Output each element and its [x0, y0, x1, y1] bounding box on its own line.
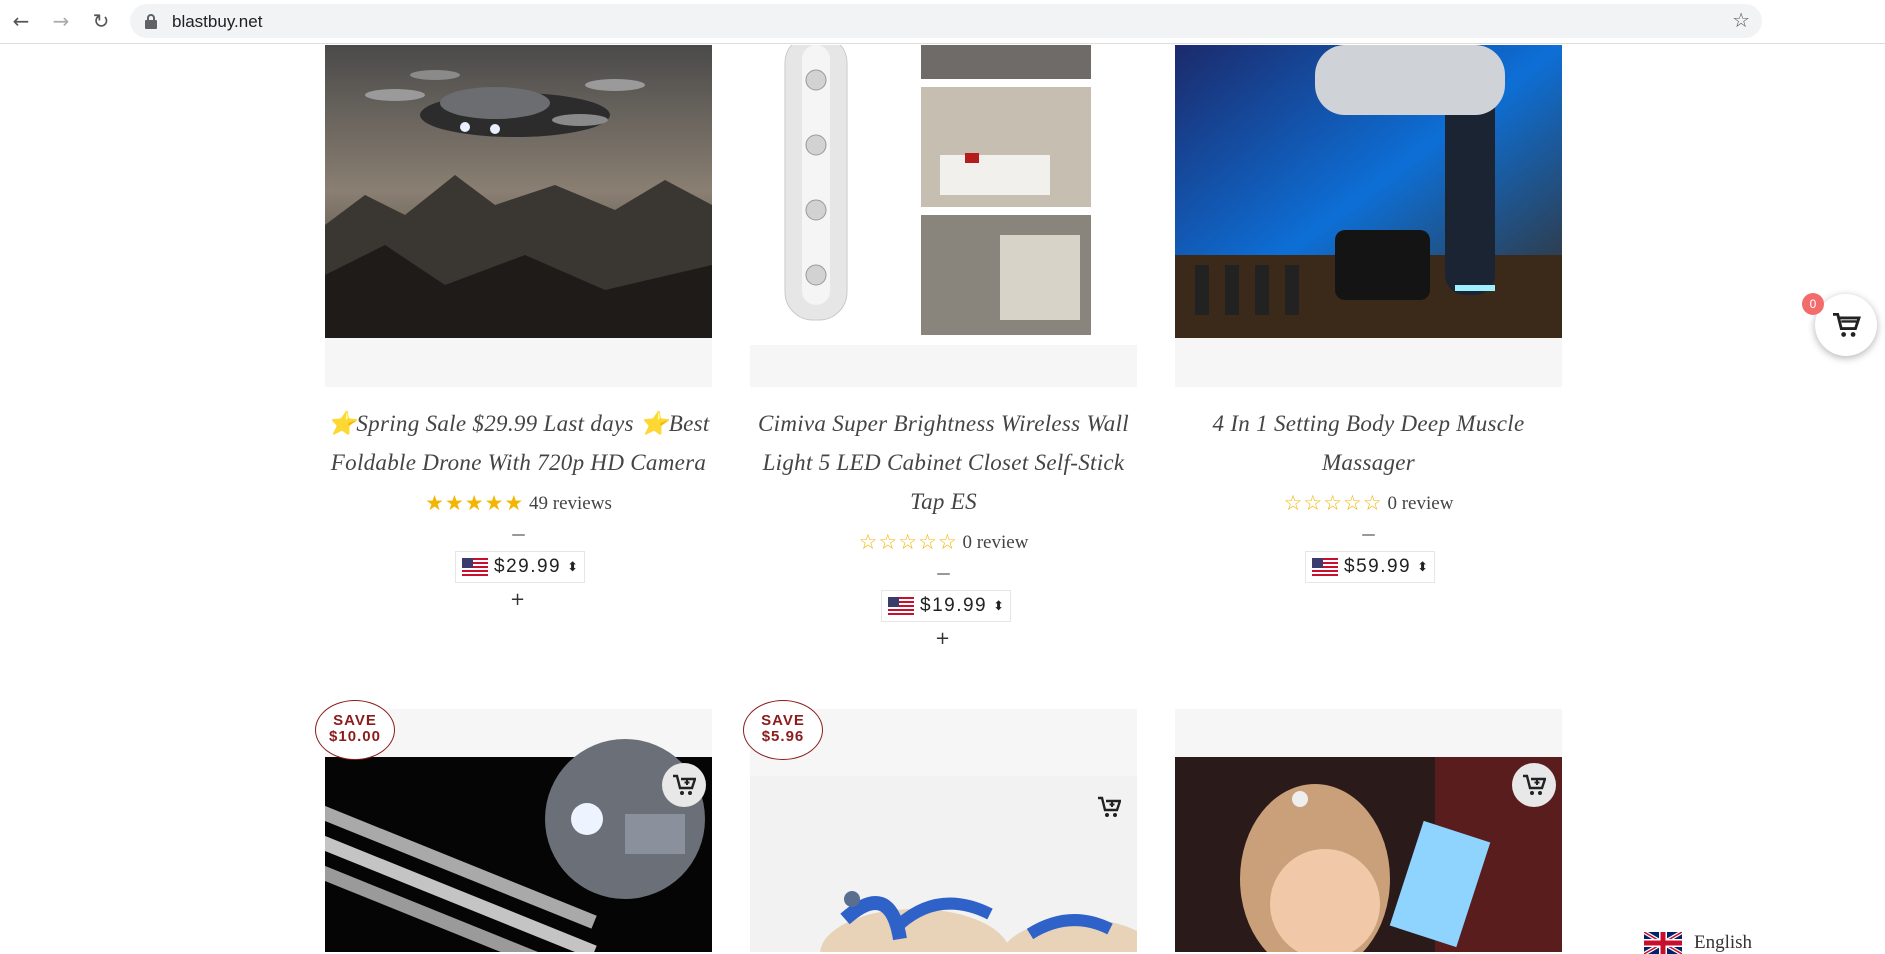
product-rating: ★★★★★ 49 reviews [325, 491, 712, 515]
url-text: blastbuy.net [172, 12, 263, 31]
reload-icon[interactable]: ↻ [88, 8, 114, 34]
browser-toolbar: ← → ↻ blastbuy.net ☆ [0, 0, 1885, 44]
sort-arrows-icon: ⬍ [993, 598, 1005, 614]
review-count: 0 review [1387, 493, 1454, 514]
product-image-drone[interactable] [325, 45, 712, 387]
product-rating: ☆☆☆☆☆ 0 review [1175, 491, 1562, 515]
separator-dash: — [511, 527, 526, 543]
cart-count-badge: 0 [1802, 293, 1824, 315]
rating-stars-icon: ☆☆☆☆☆ [1283, 491, 1383, 515]
us-flag-icon [888, 597, 914, 615]
cart-icon [1833, 312, 1861, 337]
product-title[interactable]: Cimiva Super Brightness Wireless Wall Li… [750, 404, 1137, 521]
price-currency-selector[interactable]: $ 19.99 ⬍ [881, 590, 1012, 622]
us-flag-icon [1312, 558, 1338, 576]
price-currency-selector[interactable]: $ 29.99 ⬍ [455, 551, 586, 583]
save-amount: $5.96 [761, 728, 805, 745]
product-image-massager[interactable] [1175, 45, 1562, 387]
address-bar[interactable]: blastbuy.net ☆ [130, 4, 1762, 38]
product-rating: ☆☆☆☆☆ 0 review [750, 530, 1137, 554]
forward-arrow-icon[interactable]: → [48, 8, 74, 34]
language-selector[interactable]: English [1644, 930, 1885, 954]
save-label: SAVE [761, 712, 805, 729]
sort-arrows-icon: ⬍ [1417, 559, 1429, 575]
bookmark-star-icon[interactable]: ☆ [1732, 8, 1750, 32]
separator-dash: — [936, 566, 951, 582]
product-price: 59.99 [1356, 556, 1412, 577]
quantity-plus-button[interactable]: + [935, 628, 950, 649]
product-price: 19.99 [932, 595, 988, 616]
rating-stars-icon: ★★★★★ [425, 491, 525, 515]
currency-symbol: $ [1344, 556, 1357, 577]
review-count: 49 reviews [529, 493, 612, 514]
currency-symbol: $ [920, 595, 933, 616]
quantity-plus-button[interactable]: + [510, 589, 525, 610]
language-label: English [1694, 932, 1753, 953]
product-title[interactable]: 4 In 1 Setting Body Deep Muscle Massager [1175, 404, 1562, 482]
us-flag-icon [462, 558, 488, 576]
product-image-wall-light[interactable] [750, 45, 1137, 387]
separator-dash: — [1361, 527, 1376, 543]
product-card[interactable]: SAVE $10.00 [315, 700, 712, 952]
lock-icon [145, 14, 157, 29]
add-cart-icon [673, 774, 696, 795]
back-arrow-icon[interactable]: ← [8, 8, 34, 34]
save-amount: $10.00 [329, 728, 381, 745]
product-price: 29.99 [506, 556, 562, 577]
add-cart-icon [1523, 774, 1546, 795]
floating-cart-button[interactable] [1815, 294, 1877, 356]
review-count: 0 review [962, 532, 1029, 553]
save-badge: SAVE $5.96 [743, 700, 823, 760]
product-card[interactable] [1175, 709, 1562, 952]
add-to-cart-button[interactable] [1512, 763, 1556, 807]
product-image-girl-tablet[interactable] [1175, 709, 1562, 952]
currency-symbol: $ [494, 556, 507, 577]
rating-stars-icon: ☆☆☆☆☆ [858, 530, 958, 554]
product-card[interactable]: SAVE $5.96 [743, 700, 1137, 952]
product-title[interactable]: ⭐Spring Sale $29.99 Last days ⭐Best Fold… [325, 404, 712, 482]
add-to-cart-button[interactable] [662, 763, 706, 807]
add-to-cart-button[interactable] [1087, 785, 1131, 829]
save-label: SAVE [333, 712, 377, 729]
uk-flag-icon [1644, 932, 1682, 954]
sort-arrows-icon: ⬍ [567, 559, 579, 575]
add-cart-icon [1098, 796, 1121, 817]
save-badge: SAVE $10.00 [315, 700, 395, 760]
price-currency-selector[interactable]: $ 59.99 ⬍ [1305, 551, 1436, 583]
